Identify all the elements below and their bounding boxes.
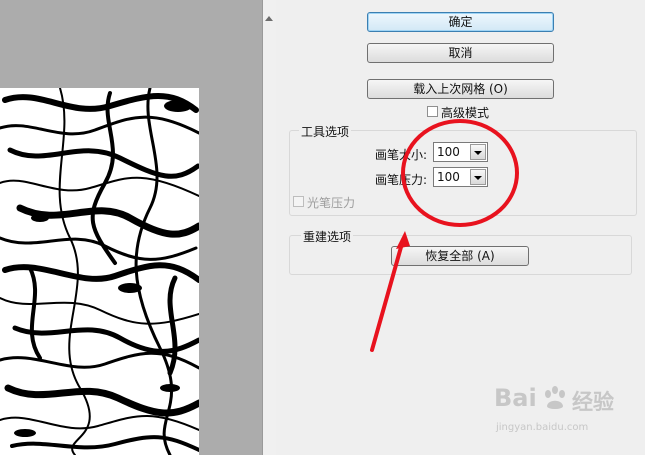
annotation-arrow-head [396,231,410,249]
watermark-brand-latin: Bai [494,384,537,412]
baidu-paw-icon [545,386,565,409]
watermark-brand-cn: 经验 [572,390,614,414]
annotation-arrow-shaft [370,238,405,352]
baidu-jingyan-watermark: Bai 经验 jingyan.baidu.com [492,384,642,440]
watermark-url: jingyan.baidu.com [496,422,589,433]
annotation-circle [401,119,519,227]
